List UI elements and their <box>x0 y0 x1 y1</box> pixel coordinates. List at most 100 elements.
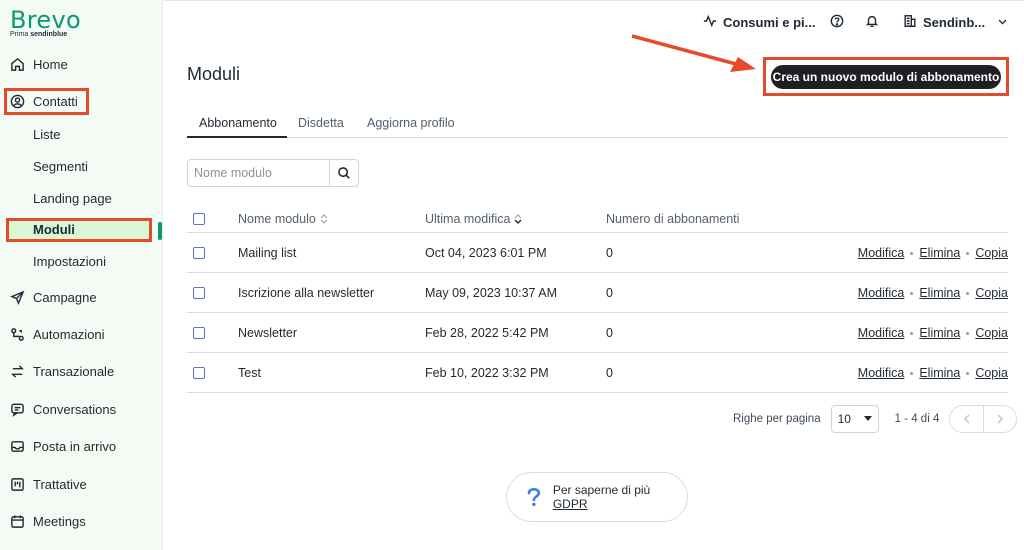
account-label: Sendinb... <box>923 15 986 30</box>
sidebar-sub-moduli[interactable]: Moduli <box>33 220 75 240</box>
select-all-checkbox[interactable] <box>193 213 205 225</box>
table-row: Newsletter Feb 28, 2022 5:42 PM 0 Modifi… <box>187 313 1008 353</box>
next-page-button[interactable] <box>983 406 1016 432</box>
sidebar-item-contatti[interactable]: Contatti <box>10 90 78 112</box>
table-row: Iscrizione alla newsletter May 09, 2023 … <box>187 273 1008 313</box>
pagination: Righe per pagina 10 1 - 4 di 4 <box>733 405 1018 433</box>
copy-link[interactable]: Copia <box>975 286 1008 300</box>
chat-icon <box>10 402 25 417</box>
sidebar-item-trattative[interactable]: Trattative <box>10 473 87 495</box>
edit-link[interactable]: Modifica <box>858 366 905 380</box>
search-input[interactable] <box>188 160 329 186</box>
row-actions: Modifica Elimina Copia <box>858 326 1008 340</box>
sidebar-item-conversations[interactable]: Conversations <box>10 398 116 420</box>
brevo-logo[interactable]: Brevo Prima sendinblue <box>10 6 81 38</box>
row-actions: Modifica Elimina Copia <box>858 366 1008 380</box>
prev-page-button[interactable] <box>950 406 983 432</box>
logo-word: Brevo <box>10 6 81 34</box>
delete-link[interactable]: Elimina <box>919 366 960 380</box>
usage-menu[interactable]: Consumi e pi... <box>703 14 815 31</box>
sort-desc-icon <box>514 214 522 224</box>
form-name: Mailing list <box>238 246 297 260</box>
delete-link[interactable]: Elimina <box>919 286 960 300</box>
separator-dot <box>910 251 914 255</box>
sidebar-sub-impostazioni[interactable]: Impostazioni <box>33 252 106 272</box>
send-icon <box>10 290 25 305</box>
tabs: Abbonamento Disdetta Aggiorna profilo <box>187 116 1008 138</box>
table-header: Nome modulo Ultima modifica Numero di ab… <box>187 205 1008 233</box>
edit-link[interactable]: Modifica <box>858 246 905 260</box>
edit-link[interactable]: Modifica <box>858 326 905 340</box>
header-modified[interactable]: Ultima modifica <box>425 212 522 226</box>
sidebar-item-label: Contatti <box>33 93 78 109</box>
board-icon <box>10 477 25 492</box>
search-box <box>187 159 359 187</box>
sidebar-sub-liste[interactable]: Liste <box>33 125 60 145</box>
sort-icon <box>320 214 328 224</box>
sidebar-item-label: Automazioni <box>33 326 105 342</box>
sidebar-item-automazioni[interactable]: Automazioni <box>10 323 105 345</box>
sidebar-sub-segmenti[interactable]: Segmenti <box>33 157 88 177</box>
delete-link[interactable]: Elimina <box>919 246 960 260</box>
copy-link[interactable]: Copia <box>975 246 1008 260</box>
form-subs: 0 <box>606 286 613 300</box>
copy-link[interactable]: Copia <box>975 326 1008 340</box>
edit-link[interactable]: Modifica <box>858 286 905 300</box>
separator-dot <box>966 251 970 255</box>
form-subs: 0 <box>606 366 613 380</box>
header-subs: Numero di abbonamenti <box>606 212 740 226</box>
row-checkbox[interactable] <box>193 287 205 299</box>
arrows-swap-icon <box>10 364 25 379</box>
search-icon <box>338 167 350 179</box>
user-circle-icon <box>10 94 25 109</box>
header-name-label: Nome modulo <box>238 212 316 226</box>
chevron-left-icon <box>963 414 970 424</box>
copy-link[interactable]: Copia <box>975 366 1008 380</box>
sidebar-item-label: Meetings <box>33 513 86 529</box>
arrow-head <box>730 57 756 72</box>
tab-aggiorna-profilo[interactable]: Aggiorna profilo <box>367 116 455 138</box>
gdpr-help-card: Per saperne di più GDPR <box>506 472 688 522</box>
form-modified: Feb 10, 2022 3:32 PM <box>425 366 549 380</box>
form-modified: Oct 04, 2023 6:01 PM <box>425 246 547 260</box>
create-form-button[interactable]: Crea un nuovo modulo di abbonamento <box>771 65 1001 89</box>
gdpr-link[interactable]: GDPR <box>553 497 588 511</box>
separator-dot <box>966 291 970 295</box>
bell-icon[interactable] <box>865 14 879 31</box>
rows-per-page-value: 10 <box>837 412 851 426</box>
sidebar-item-home[interactable]: Home <box>10 53 68 75</box>
sidebar-item-label: Transazionale <box>33 363 115 379</box>
page-title: Moduli <box>187 64 241 84</box>
form-subs: 0 <box>606 246 613 260</box>
separator-dot <box>966 331 970 335</box>
tab-disdetta[interactable]: Disdetta <box>298 116 344 138</box>
sidebar-sub-landing-page[interactable]: Landing page <box>33 189 112 209</box>
separator-dot <box>910 371 914 375</box>
calendar-icon <box>10 514 25 529</box>
account-menu[interactable]: Sendinb... <box>903 14 1008 31</box>
row-checkbox[interactable] <box>193 367 205 379</box>
active-indicator <box>158 222 162 240</box>
tab-abbonamento[interactable]: Abbonamento <box>199 116 277 138</box>
moduli-highlight <box>6 218 152 242</box>
sidebar-item-transazionale[interactable]: Transazionale <box>10 360 114 382</box>
header-name[interactable]: Nome modulo <box>238 212 328 226</box>
search-button[interactable] <box>329 160 358 186</box>
usage-label: Consumi e pi... <box>723 15 816 30</box>
help-icon[interactable] <box>830 14 844 31</box>
building-icon <box>903 14 917 31</box>
separator-dot <box>910 291 914 295</box>
delete-link[interactable]: Elimina <box>919 326 960 340</box>
row-checkbox[interactable] <box>193 327 205 339</box>
sidebar-item-label: Home <box>33 56 68 72</box>
sidebar-item-campagne[interactable]: Campagne <box>10 286 97 308</box>
row-checkbox[interactable] <box>193 247 205 259</box>
sidebar-item-posta[interactable]: Posta in arrivo <box>10 435 116 457</box>
sidebar-item-meetings[interactable]: Meetings <box>10 510 86 532</box>
gdpr-prefix: Per saperne di più <box>552 483 651 497</box>
form-name: Newsletter <box>238 326 298 340</box>
sidebar-item-label: Posta in arrivo <box>33 438 117 454</box>
inbox-icon <box>10 439 25 454</box>
forms-table: Nome modulo Ultima modifica Numero di ab… <box>187 205 1008 393</box>
rows-per-page-select[interactable]: 10 <box>830 405 879 433</box>
